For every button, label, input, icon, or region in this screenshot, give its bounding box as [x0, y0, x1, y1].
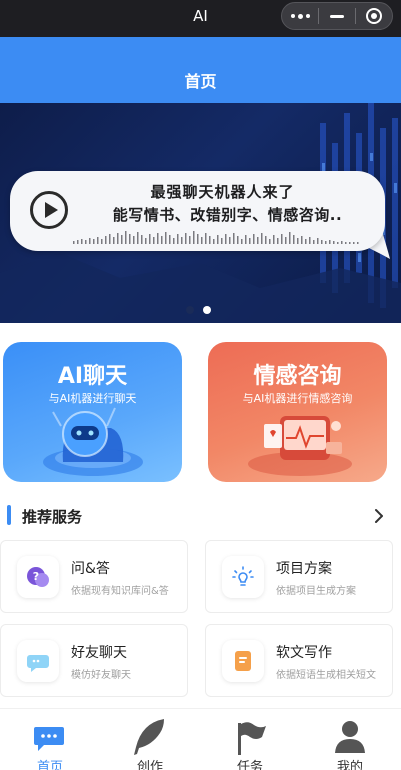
service-desc: 模仿好友聊天	[71, 670, 131, 681]
ai-chat-title: AI聊天	[57, 364, 128, 389]
page-header: 首页	[0, 37, 401, 103]
chevron-right-icon[interactable]	[369, 506, 389, 526]
tab-label: 创作	[136, 760, 163, 770]
banner-pager	[186, 306, 211, 314]
svg-text:?: ?	[33, 570, 39, 583]
feather-icon	[134, 719, 164, 755]
tab-label: 任务	[236, 760, 263, 770]
section-title: 推荐服务	[22, 508, 83, 526]
play-icon[interactable]	[30, 191, 68, 229]
tab-home[interactable]: 首页	[0, 709, 100, 770]
friend-chat-icon	[17, 640, 59, 682]
ai-chat-subtitle: 与AI机器进行聊天	[48, 392, 137, 405]
close-button[interactable]	[356, 3, 392, 29]
system-title-bar: AI	[0, 0, 401, 37]
service-title: 项目方案	[276, 561, 332, 577]
pager-dot[interactable]	[186, 306, 194, 314]
service-title: 软文写作	[276, 645, 332, 661]
service-card-qa[interactable]: ? 问&答 依据现有知识库问&答	[0, 540, 188, 613]
service-desc: 依据短语生成相关短文	[276, 670, 376, 681]
service-card-friend-chat[interactable]: 好友聊天 模仿好友聊天	[0, 624, 188, 697]
service-card-project[interactable]: 项目方案 依据项目生成方案	[205, 540, 393, 613]
tab-tasks[interactable]: 任务	[200, 709, 300, 770]
tab-label: 我的	[336, 760, 363, 770]
lightbulb-icon	[222, 556, 264, 598]
ai-chat-card[interactable]: AI聊天 与AI机器进行聊天	[3, 342, 182, 482]
pager-dot-active[interactable]	[203, 306, 211, 314]
bottom-tab-bar: 首页 创作 任务 我的	[0, 708, 401, 770]
flag-icon	[238, 722, 266, 755]
chat-bubble-icon	[34, 727, 64, 751]
minimize-button[interactable]	[319, 3, 355, 29]
banner-headline: 最强聊天机器人来了	[150, 183, 295, 201]
section-accent-bar	[7, 505, 11, 525]
user-icon	[335, 721, 365, 753]
mini-program-capsule	[281, 2, 393, 30]
tab-mine[interactable]: 我的	[300, 709, 400, 770]
document-icon	[222, 640, 264, 682]
emotion-consult-subtitle: 与AI机器进行情感咨询	[242, 392, 353, 405]
service-title: 问&答	[71, 561, 110, 577]
promo-banner[interactable]: 最强聊天机器人来了 能写情书、改错别字、情感咨询..	[0, 103, 401, 323]
chat-question-icon: ?	[17, 556, 59, 598]
banner-subline: 能写情书、改错别字、情感咨询..	[112, 206, 343, 224]
target-circle-icon	[366, 8, 382, 24]
minus-icon	[330, 14, 344, 18]
emotion-consult-card[interactable]: 情感咨询 与AI机器进行情感咨询	[208, 342, 387, 482]
tab-label: 首页	[36, 760, 63, 770]
audio-waveform	[73, 231, 359, 244]
recommended-services-header: 推荐服务	[0, 500, 401, 532]
service-desc: 依据项目生成方案	[276, 586, 356, 597]
service-desc: 依据现有知识库问&答	[71, 586, 169, 597]
more-button[interactable]	[282, 3, 318, 29]
service-card-article[interactable]: 软文写作 依据短语生成相关短文	[205, 624, 393, 697]
more-dots-icon	[290, 13, 310, 19]
tab-create[interactable]: 创作	[100, 709, 200, 770]
page-title: 首页	[184, 72, 217, 91]
emotion-consult-title: 情感咨询	[253, 364, 342, 389]
service-title: 好友聊天	[71, 645, 127, 661]
